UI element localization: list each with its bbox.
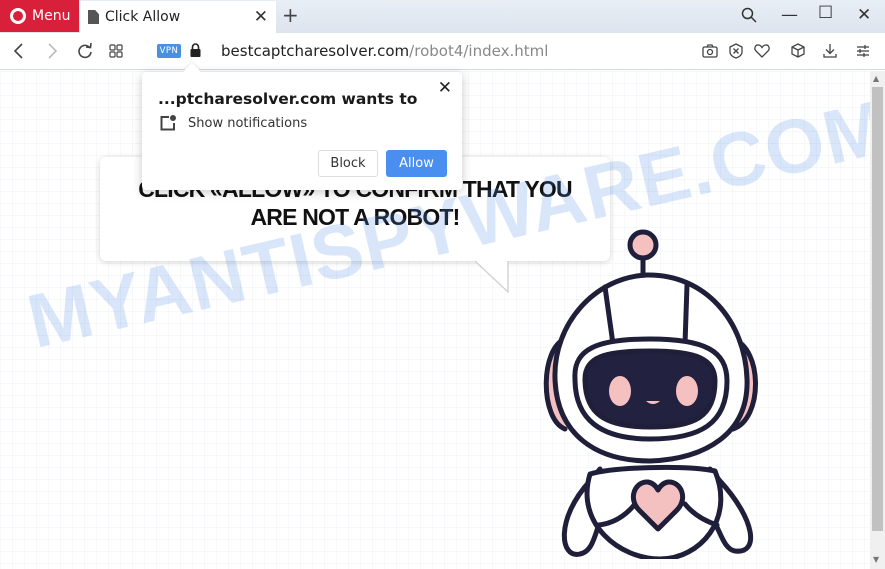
block-button[interactable]: Block	[318, 150, 378, 177]
antenna-ball	[627, 229, 659, 261]
menu-label: Menu	[32, 8, 71, 24]
opera-logo-icon	[10, 8, 26, 24]
permission-row: Show notifications	[160, 115, 307, 131]
minimize-button[interactable]: —	[781, 5, 798, 25]
url-domain: bestcaptcharesolver.com	[221, 42, 410, 60]
scroll-down-arrow[interactable]: ▼	[873, 555, 879, 564]
scrollbar-thumb[interactable]	[872, 87, 883, 531]
notification-icon	[160, 115, 176, 131]
opera-menu-button[interactable]: Menu	[0, 0, 79, 32]
reload-icon[interactable]	[77, 43, 93, 59]
forward-icon[interactable]	[46, 43, 58, 59]
tab-title: Click Allow	[105, 9, 181, 25]
new-tab-button[interactable]: +	[282, 3, 299, 27]
shield-x-icon[interactable]	[727, 42, 745, 60]
search-icon[interactable]	[741, 7, 758, 24]
popup-title: ...ptcharesolver.com wants to	[158, 90, 418, 108]
page-scrollbar[interactable]: ▲ ▼	[870, 71, 885, 569]
notification-permission-popup: ...ptcharesolver.com wants to ✕ Show not…	[142, 72, 462, 190]
permission-label: Show notifications	[188, 115, 308, 131]
heart-icon[interactable]	[753, 42, 771, 60]
robot-illustration	[543, 229, 758, 559]
speech-bubble-tail	[475, 261, 509, 294]
download-icon[interactable]	[821, 42, 839, 60]
address-bar: VPN bestcaptcharesolver.com/robot4/index…	[0, 33, 885, 70]
lock-icon[interactable]	[190, 43, 201, 57]
back-icon[interactable]	[13, 43, 25, 59]
url-path: /robot4/index.html	[409, 42, 549, 60]
speed-dial-icon[interactable]	[109, 44, 123, 58]
document-icon	[88, 10, 99, 24]
maximize-button[interactable]: ☐	[818, 3, 833, 23]
vpn-badge[interactable]: VPN	[157, 44, 181, 58]
popup-close-icon[interactable]: ✕	[438, 78, 452, 98]
tab-active[interactable]: Click Allow ✕	[80, 1, 276, 33]
url-field[interactable]: bestcaptcharesolver.com/robot4/index.htm…	[221, 42, 548, 60]
scroll-up-arrow[interactable]: ▲	[873, 74, 879, 83]
close-window-button[interactable]: ✕	[857, 5, 871, 25]
allow-button[interactable]: Allow	[386, 150, 447, 177]
tab-close-icon[interactable]: ✕	[254, 7, 268, 27]
camera-icon[interactable]	[701, 42, 719, 60]
tab-bar: Menu Click Allow ✕ + — ☐ ✕	[0, 0, 885, 33]
settings-sliders-icon[interactable]	[854, 42, 872, 60]
cube-icon[interactable]	[789, 42, 807, 60]
